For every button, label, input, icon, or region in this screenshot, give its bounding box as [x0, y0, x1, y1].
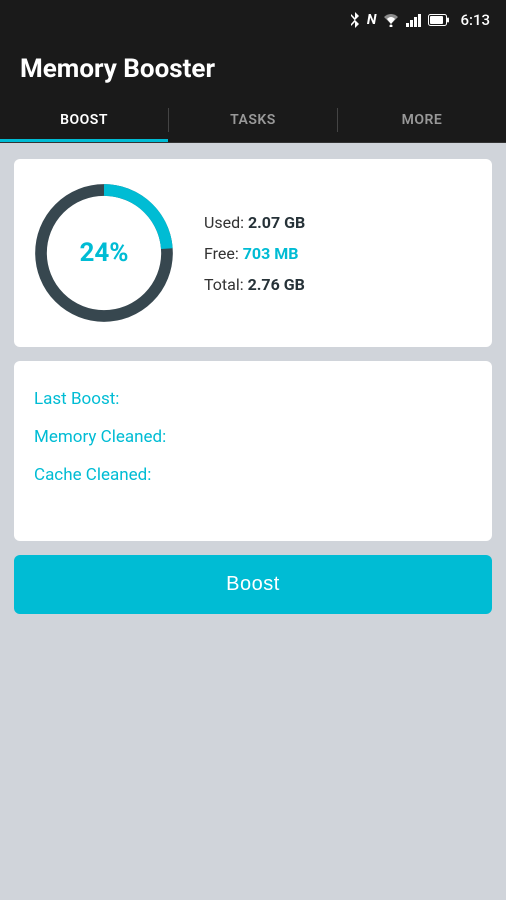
donut-chart: 24%: [34, 183, 174, 323]
memory-card: 24% Used: 2.07 GB Free: 703 MB Total: 2.…: [14, 159, 492, 347]
tab-tasks[interactable]: TASKS: [169, 98, 337, 142]
tab-bar: BOOST TASKS MORE: [0, 98, 506, 143]
main-content: 24% Used: 2.07 GB Free: 703 MB Total: 2.…: [0, 143, 506, 630]
memory-stats: Used: 2.07 GB Free: 703 MB Total: 2.76 G…: [204, 213, 305, 294]
free-value: 703 MB: [243, 244, 299, 263]
cache-cleaned-row: Cache Cleaned:: [34, 465, 472, 485]
total-stat: Total: 2.76 GB: [204, 275, 305, 294]
memory-cleaned-row: Memory Cleaned:: [34, 427, 472, 447]
status-time: 6:13: [460, 11, 490, 29]
app-title: Memory Booster: [20, 54, 486, 84]
total-label: Total:: [204, 275, 244, 294]
network-icon: N: [367, 12, 377, 28]
info-card: Last Boost: Memory Cleaned: Cache Cleane…: [14, 361, 492, 541]
used-stat: Used: 2.07 GB: [204, 213, 305, 232]
battery-icon: [428, 14, 450, 26]
status-icons: N 6:13: [349, 11, 490, 29]
last-boost-row: Last Boost:: [34, 389, 472, 409]
free-stat: Free: 703 MB: [204, 244, 305, 263]
used-label: Used:: [204, 213, 244, 232]
memory-percent: 24%: [79, 238, 128, 268]
tab-boost[interactable]: BOOST: [0, 98, 168, 142]
signal-icon: [406, 13, 422, 27]
used-value: 2.07 GB: [248, 213, 305, 232]
free-label: Free:: [204, 244, 239, 263]
total-value: 2.76 GB: [248, 275, 305, 294]
app-header: Memory Booster: [0, 40, 506, 98]
boost-button[interactable]: Boost: [14, 555, 492, 614]
wifi-icon: [382, 13, 400, 27]
tab-more[interactable]: MORE: [338, 98, 506, 142]
status-bar: N 6:13: [0, 0, 506, 40]
bluetooth-icon: [349, 12, 361, 28]
